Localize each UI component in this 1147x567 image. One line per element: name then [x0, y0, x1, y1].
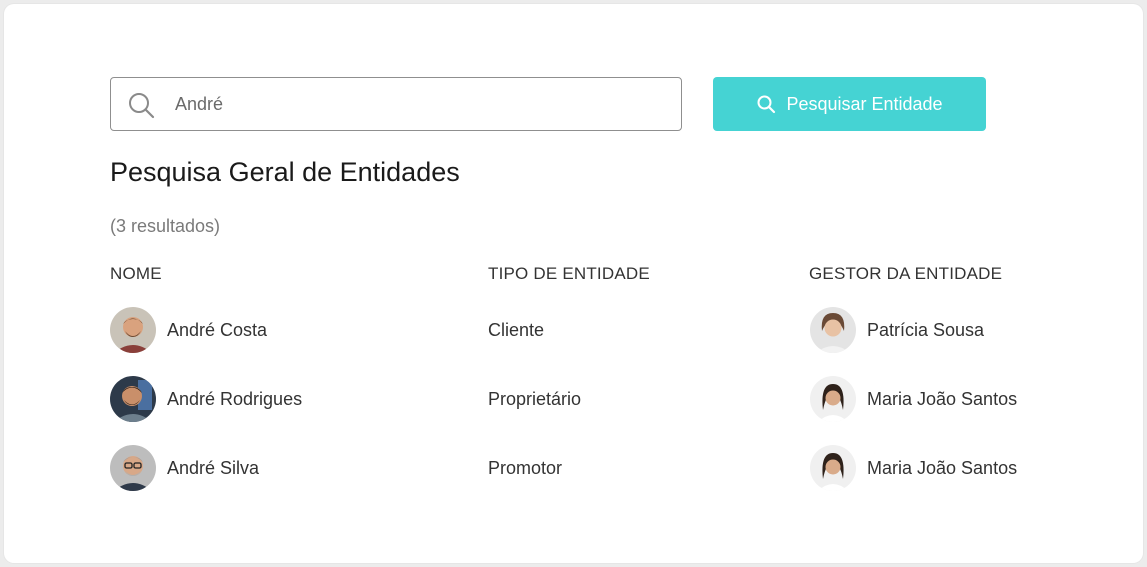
column-header-name: NOME: [110, 264, 162, 283]
entity-manager: Patrícia Sousa: [867, 319, 985, 340]
entity-manager-cell[interactable]: Maria João Santos: [810, 376, 1017, 422]
column-header-type: TIPO DE ENTIDADE: [488, 264, 650, 283]
entity-manager-cell[interactable]: Maria João Santos: [810, 445, 1017, 491]
entity-manager: Maria João Santos: [867, 457, 1018, 478]
search-icon: [127, 91, 155, 119]
avatar: [110, 445, 156, 491]
entity-name-cell[interactable]: André Costa: [110, 307, 267, 353]
column-header-manager: GESTOR DA ENTIDADE: [809, 264, 1003, 283]
search-field[interactable]: [110, 77, 682, 131]
avatar: [810, 445, 856, 491]
entity-manager: Maria João Santos: [867, 388, 1018, 409]
entity-type: Proprietário: [488, 388, 582, 409]
entity-type-cell: Proprietário: [488, 376, 581, 422]
avatar: [110, 307, 156, 353]
result-count: (3 resultados): [110, 216, 221, 236]
search-card: Pesquisar Entidade Pesquisa Geral de Ent…: [4, 4, 1143, 563]
table-row[interactable]: André Silva Promotor Maria João Santos: [4, 445, 1143, 491]
entity-type: Promotor: [488, 457, 563, 478]
avatar: [110, 376, 156, 422]
entity-name-cell[interactable]: André Rodrigues: [110, 376, 302, 422]
search-entity-button[interactable]: Pesquisar Entidade: [713, 77, 986, 131]
entity-name: André Silva: [167, 457, 260, 478]
table-row[interactable]: André Rodrigues Proprietário Maria João …: [4, 376, 1143, 422]
entity-name-cell[interactable]: André Silva: [110, 445, 259, 491]
entity-type-cell: Promotor: [488, 445, 562, 491]
search-input[interactable]: [175, 78, 665, 130]
search-entity-button-label: Pesquisar Entidade: [786, 93, 943, 114]
avatar: [810, 376, 856, 422]
avatar: [810, 307, 856, 353]
entity-type: Cliente: [488, 319, 545, 340]
search-icon: [756, 94, 776, 114]
entity-manager-cell[interactable]: Patrícia Sousa: [810, 307, 984, 353]
page-title: Pesquisa Geral de Entidades: [110, 157, 460, 187]
entity-type-cell: Cliente: [488, 307, 544, 353]
entity-name: André Costa: [167, 319, 268, 340]
entity-name: André Rodrigues: [167, 388, 303, 409]
table-row[interactable]: André Costa Cliente Patrícia Sousa: [4, 307, 1143, 353]
